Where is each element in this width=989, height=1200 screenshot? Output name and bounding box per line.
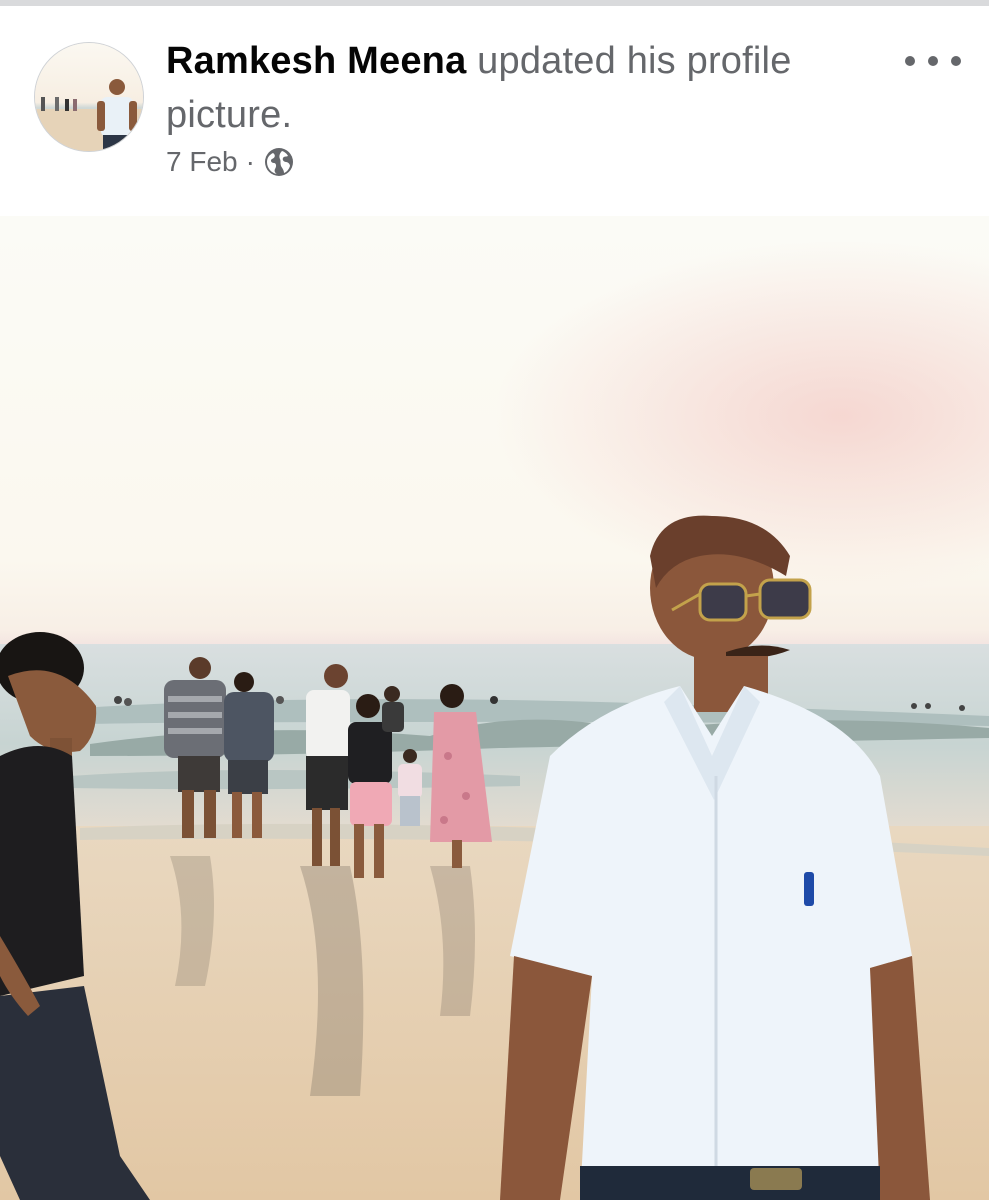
more-dot	[928, 56, 938, 66]
post-date[interactable]: 7 Feb	[166, 146, 238, 178]
post-header: Ramkesh Meena updated his profile pictur…	[0, 6, 989, 216]
globe-icon[interactable]	[263, 146, 295, 178]
meta-separator: ·	[245, 146, 255, 177]
more-dot	[905, 56, 915, 66]
author-avatar[interactable]	[34, 42, 144, 152]
more-options-icon[interactable]	[905, 46, 961, 76]
author-name[interactable]: Ramkesh Meena	[166, 40, 466, 82]
more-dot	[951, 56, 961, 66]
post-meta: 7 Feb ·	[166, 146, 295, 178]
profile-picture-photo[interactable]	[0, 216, 989, 1200]
post-headline: Ramkesh Meena updated his profile pictur…	[166, 34, 886, 142]
